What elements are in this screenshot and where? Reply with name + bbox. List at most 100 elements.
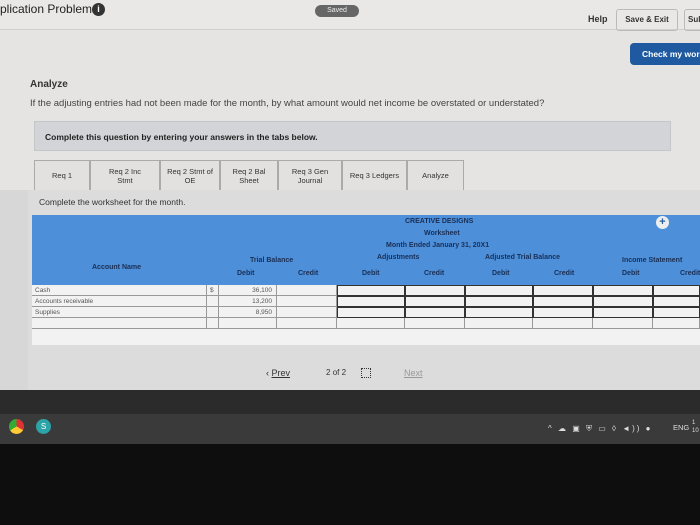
atb-debit-cell[interactable] bbox=[465, 296, 533, 307]
is-credit-cell[interactable] bbox=[653, 318, 700, 329]
language-indicator[interactable]: ENG bbox=[673, 423, 689, 432]
atb-credit-cell[interactable] bbox=[533, 307, 593, 318]
current-page: 2 bbox=[326, 368, 331, 377]
currency-symbol: $ bbox=[207, 285, 219, 296]
is-credit-header: Credit bbox=[680, 270, 700, 277]
atb-debit-cell[interactable] bbox=[465, 318, 533, 329]
chrome-icon[interactable] bbox=[9, 419, 24, 434]
adjusted-trial-balance-header: Adjusted Trial Balance bbox=[485, 254, 561, 261]
submit-button[interactable]: Sub bbox=[684, 9, 700, 31]
is-credit-cell[interactable] bbox=[653, 296, 700, 307]
worksheet-header: CREATIVE DESIGNS Worksheet Month Ended J… bbox=[32, 215, 700, 285]
is-debit-cell[interactable] bbox=[593, 296, 653, 307]
table-row bbox=[32, 318, 700, 329]
question-heading: Analyze bbox=[30, 79, 68, 90]
account-name-cell[interactable]: Supplies bbox=[32, 307, 207, 318]
tab-analyze[interactable]: Analyze bbox=[407, 160, 464, 191]
browser-screen: plication Problems i Saved Help Save & E… bbox=[0, 0, 700, 440]
atb-credit-header: Credit bbox=[554, 270, 575, 277]
top-bar: plication Problems i Saved Help Save & E… bbox=[0, 0, 700, 31]
account-name-cell[interactable] bbox=[32, 318, 207, 329]
next-label: Next bbox=[404, 368, 423, 378]
adj-credit-cell[interactable] bbox=[405, 318, 465, 329]
system-tray-icons[interactable]: ^ ☁ ▣ ⛨ ▭ ◊ ◄)) ● bbox=[548, 424, 652, 434]
next-button[interactable]: Next bbox=[404, 368, 423, 378]
saved-badge: Saved bbox=[315, 5, 359, 17]
prev-label: Prev bbox=[271, 368, 291, 378]
adj-credit-cell[interactable] bbox=[405, 285, 465, 296]
currency-spacer bbox=[207, 307, 219, 318]
atb-credit-cell[interactable] bbox=[533, 285, 593, 296]
tb-credit-cell[interactable] bbox=[277, 285, 337, 296]
tab-req-2-bal-sheet[interactable]: Req 2 Bal Sheet bbox=[220, 160, 278, 191]
is-debit-cell[interactable] bbox=[593, 285, 653, 296]
page-of: of bbox=[332, 368, 340, 377]
page-title: plication Problems bbox=[0, 2, 99, 16]
info-icon[interactable]: i bbox=[92, 3, 105, 16]
tb-credit-cell[interactable] bbox=[277, 307, 337, 318]
page-indicator: 2 of 2 bbox=[326, 368, 346, 377]
tb-debit-cell[interactable]: 13,200 bbox=[219, 296, 277, 307]
account-name-cell[interactable]: Accounts receivable bbox=[32, 296, 207, 307]
table-row: Supplies 8,950 bbox=[32, 307, 700, 318]
tab-label: Req 3 Ledgers bbox=[349, 171, 400, 180]
is-credit-cell[interactable] bbox=[653, 285, 700, 296]
adj-debit-cell[interactable] bbox=[337, 318, 405, 329]
clock[interactable]: 1 10 bbox=[692, 419, 699, 435]
atb-debit-cell[interactable] bbox=[465, 285, 533, 296]
company-name: CREATIVE DESIGNS bbox=[405, 218, 474, 225]
tb-credit-header: Credit bbox=[298, 270, 319, 277]
worksheet-title: Worksheet bbox=[424, 230, 460, 237]
account-name-cell[interactable]: Cash bbox=[32, 285, 207, 296]
help-button[interactable]: Help bbox=[588, 14, 608, 24]
adj-credit-header: Credit bbox=[424, 270, 445, 277]
tab-label: Req 2 Bal Sheet bbox=[232, 166, 266, 185]
is-credit-cell[interactable] bbox=[653, 307, 700, 318]
adj-credit-cell[interactable] bbox=[405, 307, 465, 318]
adj-debit-cell[interactable] bbox=[337, 307, 405, 318]
tab-label: Req 3 Gen Journal bbox=[291, 166, 329, 185]
tab-req-2-inc-stmt[interactable]: Req 2 Inc Stmt bbox=[90, 160, 160, 191]
atb-credit-cell[interactable] bbox=[533, 296, 593, 307]
currency-spacer bbox=[207, 296, 219, 307]
check-my-work-button[interactable]: Check my wor bbox=[630, 43, 700, 65]
tb-debit-cell[interactable]: 36,100 bbox=[219, 285, 277, 296]
is-debit-cell[interactable] bbox=[593, 307, 653, 318]
tab-req-1[interactable]: Req 1 bbox=[34, 160, 90, 191]
is-debit-header: Debit bbox=[622, 270, 640, 277]
tb-debit-header: Debit bbox=[237, 270, 255, 277]
tab-req-3-ledgers[interactable]: Req 3 Ledgers bbox=[342, 160, 407, 191]
tb-credit-cell[interactable] bbox=[277, 318, 337, 329]
tb-credit-cell[interactable] bbox=[277, 296, 337, 307]
adj-debit-cell[interactable] bbox=[337, 285, 405, 296]
tab-panel: Complete the worksheet for the month. CR… bbox=[28, 190, 700, 390]
tab-req-3-gen-journal[interactable]: Req 3 Gen Journal bbox=[278, 160, 342, 191]
instructions-text: Complete this question by entering your … bbox=[45, 132, 318, 142]
atb-credit-cell[interactable] bbox=[533, 318, 593, 329]
tab-label: Req 2 Inc Stmt bbox=[108, 166, 142, 185]
table-row: Cash $ 36,100 bbox=[32, 285, 700, 296]
tb-debit-cell[interactable] bbox=[219, 318, 277, 329]
prev-button[interactable]: ‹ Prev bbox=[266, 368, 290, 378]
is-debit-cell[interactable] bbox=[593, 318, 653, 329]
currency-spacer bbox=[207, 318, 219, 329]
clock-bottom: 10 bbox=[692, 428, 699, 434]
worksheet-grid: Cash $ 36,100 Accounts receivable 13,200 bbox=[32, 285, 700, 345]
adj-credit-cell[interactable] bbox=[405, 296, 465, 307]
add-row-icon[interactable]: + bbox=[656, 216, 669, 229]
trial-balance-header: Trial Balance bbox=[250, 257, 294, 264]
account-name-header: Account Name bbox=[92, 264, 142, 271]
adj-debit-header: Debit bbox=[362, 270, 380, 277]
save-exit-button[interactable]: Save & Exit bbox=[616, 9, 678, 31]
left-gutter bbox=[0, 190, 28, 390]
page-footer-band bbox=[0, 390, 700, 414]
atb-debit-cell[interactable] bbox=[465, 307, 533, 318]
tab-req-2-stmt-oe[interactable]: Req 2 Stmt of OE bbox=[160, 160, 220, 191]
tb-debit-cell[interactable]: 8,950 bbox=[219, 307, 277, 318]
instructions-bar: Complete this question by entering your … bbox=[34, 121, 671, 151]
clock-top: 1 bbox=[692, 420, 696, 426]
app-icon[interactable]: S bbox=[36, 419, 51, 434]
grid-icon[interactable] bbox=[361, 368, 371, 378]
adj-debit-cell[interactable] bbox=[337, 296, 405, 307]
adjustments-header: Adjustments bbox=[377, 254, 420, 261]
